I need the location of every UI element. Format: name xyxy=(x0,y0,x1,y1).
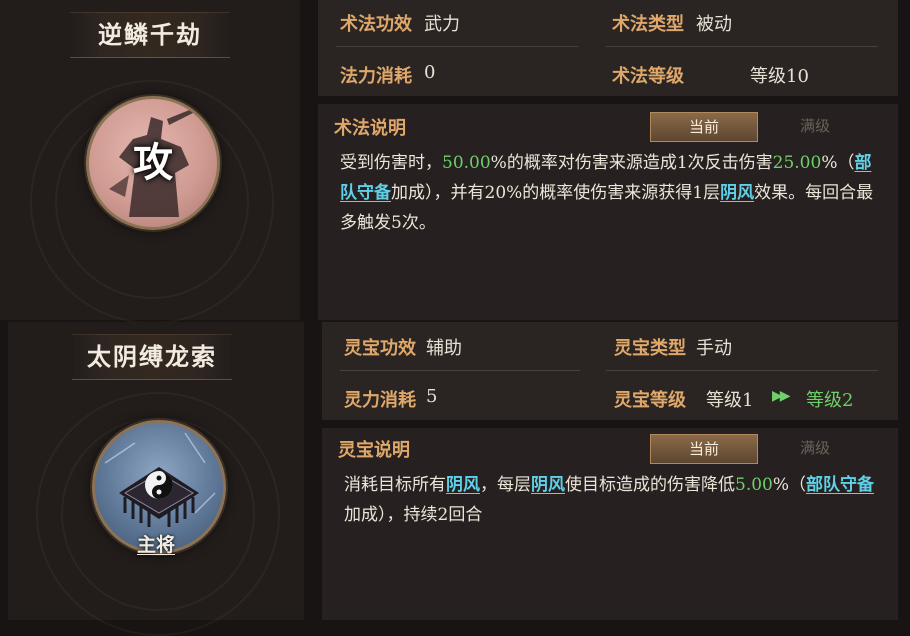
highlight-value: 25.00 xyxy=(772,153,822,173)
skill-emblem-icon[interactable]: 攻 xyxy=(86,96,220,230)
treasure-description: 消耗目标所有阴风，每层阴风使目标造成的伤害降低5.00%（部队守备加成），持续2… xyxy=(344,470,886,530)
skill-info-panel: 术法功效 武力 术法类型 被动 法力消耗 0 术法等级 等级10 xyxy=(318,0,898,96)
cost-label: 灵力消耗 xyxy=(344,390,416,411)
tab-current[interactable]: 当前 xyxy=(650,434,758,464)
divider xyxy=(606,46,878,47)
type-value: 被动 xyxy=(696,14,732,35)
desc-text: 受到伤害时， xyxy=(340,153,442,173)
level-label: 术法等级 xyxy=(612,66,684,87)
divider xyxy=(336,46,578,47)
skill-card-panel: 逆鳞千劫 攻 xyxy=(0,0,300,324)
type-label: 术法类型 xyxy=(612,14,684,35)
effect-value: 辅助 xyxy=(426,338,462,359)
desc-text: 加成），持续2回合 xyxy=(344,505,483,525)
tab-max-level[interactable]: 满级 xyxy=(762,434,868,462)
level-label: 灵宝等级 xyxy=(614,390,686,411)
type-label: 灵宝类型 xyxy=(614,338,686,359)
treasure-info-panel: 灵宝功效 辅助 灵宝类型 手动 灵力消耗 5 灵宝等级 等级1 ▶▶ 等级2 xyxy=(322,322,898,420)
tab-current[interactable]: 当前 xyxy=(650,112,758,142)
divider xyxy=(340,370,580,371)
skill-name: 逆鳞千劫 xyxy=(70,12,230,58)
highlight-value: 5.00 xyxy=(735,475,773,495)
yinfeng-link[interactable]: 阴风 xyxy=(720,183,754,203)
yinfeng-link[interactable]: 阴风 xyxy=(446,475,480,495)
desc-text: %（ xyxy=(821,153,855,173)
highlight-value: 50.00 xyxy=(442,153,491,173)
double-arrow-right-icon: ▶▶ xyxy=(772,388,790,404)
divider xyxy=(606,370,878,371)
cost-label: 法力消耗 xyxy=(340,66,412,87)
desc-text: 加成），并有20%的概率使伤害来源获得1层 xyxy=(391,183,721,203)
level-next: 等级2 xyxy=(806,390,854,411)
desc-text: %（ xyxy=(772,475,807,495)
attack-char: 攻 xyxy=(133,139,173,186)
skill-description: 受到伤害时，50.00%的概率对伤害来源造成1次反击伤害25.00%（部队守备加… xyxy=(340,148,886,238)
tab-max-level[interactable]: 满级 xyxy=(762,112,868,140)
cost-value: 5 xyxy=(426,386,438,407)
desc-text: %的概率对伤害来源造成1次反击伤害 xyxy=(490,153,773,173)
type-value: 手动 xyxy=(696,338,732,359)
troop-defense-link[interactable]: 部队守备 xyxy=(806,475,874,495)
effect-value: 武力 xyxy=(424,14,460,35)
effect-label: 灵宝功效 xyxy=(344,338,416,359)
cost-value: 0 xyxy=(424,62,436,83)
desc-title: 灵宝说明 xyxy=(338,440,410,461)
main-general-label[interactable]: 主将 xyxy=(120,530,192,557)
desc-title: 术法说明 xyxy=(334,118,406,139)
level-value: 等级10 xyxy=(750,66,809,87)
treasure-name: 太阴缚龙索 xyxy=(72,334,232,380)
desc-text: 使目标造成的伤害降低 xyxy=(565,475,735,495)
treasure-desc-panel: 灵宝说明 当前 满级 消耗目标所有阴风，每层阴风使目标造成的伤害降低5.00%（… xyxy=(322,428,898,620)
level-current: 等级1 xyxy=(706,390,754,411)
yinfeng-link[interactable]: 阴风 xyxy=(531,475,565,495)
skill-desc-panel: 术法说明 当前 满级 受到伤害时，50.00%的概率对伤害来源造成1次反击伤害2… xyxy=(318,104,898,320)
effect-label: 术法功效 xyxy=(340,14,412,35)
desc-text: ，每层 xyxy=(480,475,531,495)
desc-text: 消耗目标所有 xyxy=(344,475,446,495)
